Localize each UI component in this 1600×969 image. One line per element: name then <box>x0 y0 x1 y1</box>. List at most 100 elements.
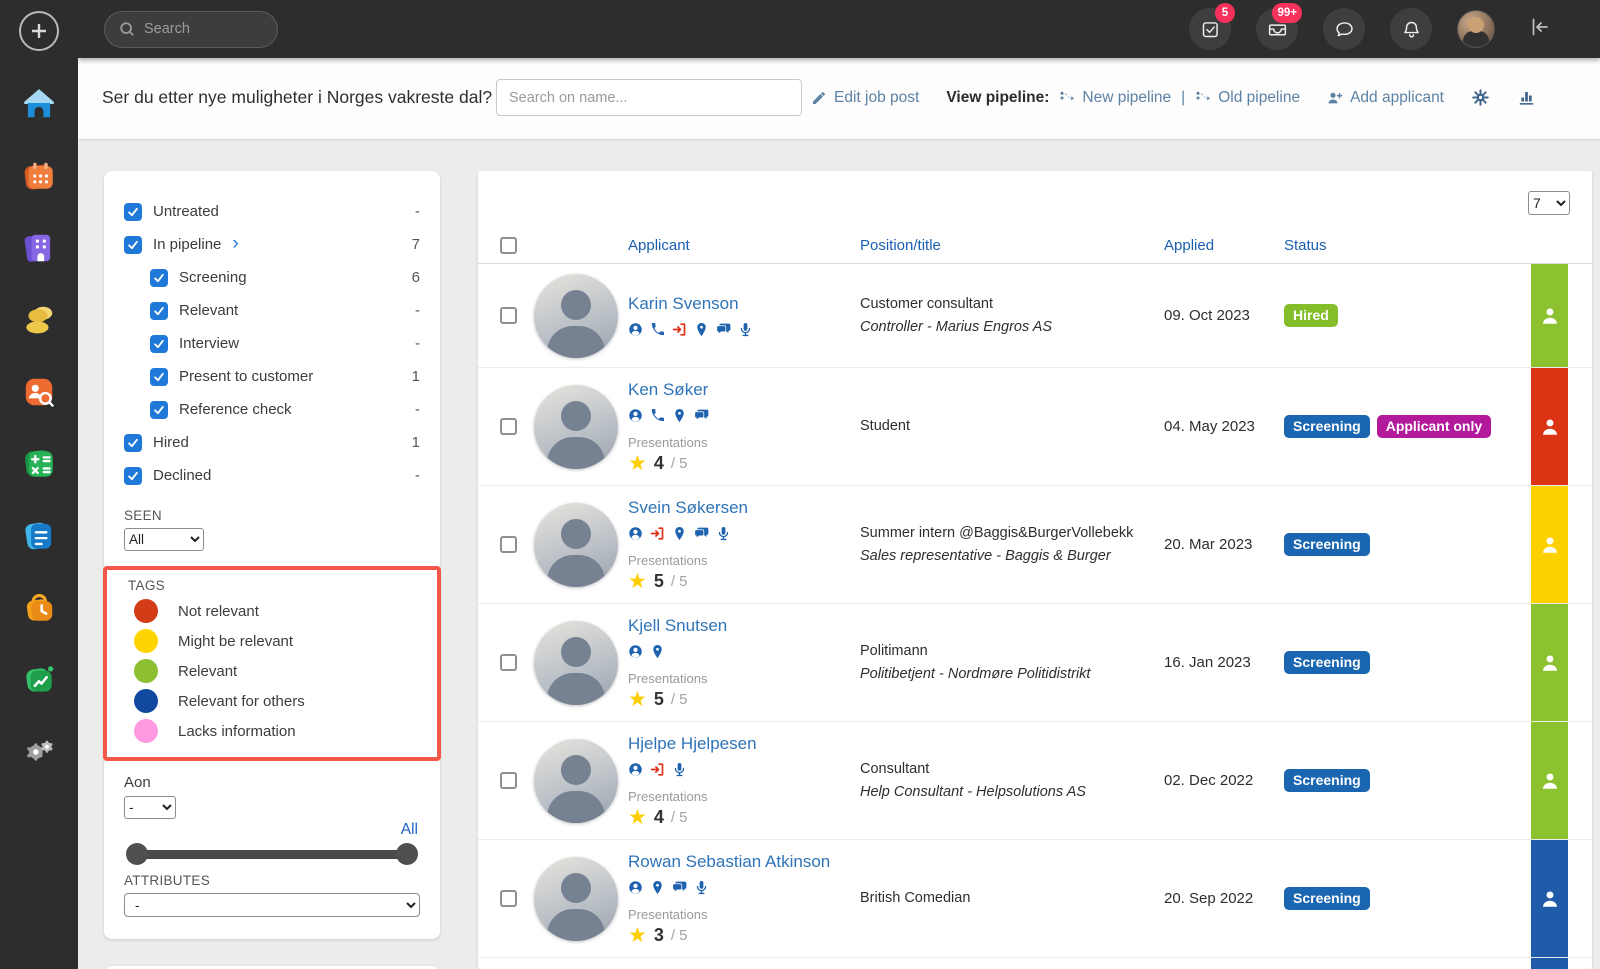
column-position[interactable]: Position/title <box>860 237 1164 254</box>
stage-checkbox[interactable] <box>124 203 142 221</box>
slider-handle-max[interactable] <box>396 843 418 865</box>
chat-icon[interactable] <box>694 526 709 541</box>
settings-gears-icon[interactable] <box>21 734 57 770</box>
aon-select[interactable]: - <box>124 796 176 819</box>
phone-icon[interactable] <box>650 408 665 423</box>
applicant-name-link[interactable]: Hjelpe Hjelpesen <box>628 734 860 754</box>
accounting-calculator-icon[interactable] <box>21 446 57 482</box>
pin-icon[interactable] <box>650 644 665 659</box>
inbox-button[interactable]: 99+ <box>1256 8 1298 50</box>
select-all-checkbox[interactable] <box>500 237 517 254</box>
name-search-input[interactable] <box>496 79 802 116</box>
profile-icon[interactable] <box>628 762 643 777</box>
statistics-button[interactable] <box>1517 88 1536 107</box>
tag-color-dot[interactable] <box>134 719 158 743</box>
applicant-row[interactable]: Ken Søker Presentations ★ 4 / 5 Student … <box>478 368 1592 486</box>
phone-icon[interactable] <box>650 322 665 337</box>
attributes-select[interactable]: - <box>124 893 420 917</box>
stage-checkbox[interactable] <box>124 236 142 254</box>
row-checkbox[interactable] <box>500 307 517 324</box>
pipeline-settings-button[interactable] <box>1471 88 1490 107</box>
applicant-photo[interactable] <box>534 857 618 941</box>
applicant-name-link[interactable]: Rowan Sebastian Atkinson <box>628 852 860 872</box>
stage-color-bar[interactable] <box>1531 264 1568 367</box>
calendar-icon[interactable] <box>21 158 57 194</box>
old-pipeline-link[interactable]: Old pipeline <box>1195 89 1300 107</box>
documents-icon[interactable] <box>21 518 57 554</box>
column-applicant[interactable]: Applicant <box>628 237 860 254</box>
stage-checkbox[interactable] <box>124 434 142 452</box>
company-building-icon[interactable] <box>21 230 57 266</box>
seen-select[interactable]: All <box>124 528 204 551</box>
home-icon[interactable] <box>21 86 57 122</box>
stage-checkbox[interactable] <box>150 269 168 287</box>
edit-job-post-link[interactable]: Edit job post <box>811 89 919 107</box>
chat-icon[interactable] <box>672 880 687 895</box>
applicant-row[interactable]: Hjelpe Hjelpesen Presentations ★ 4 / 5 C… <box>478 722 1592 840</box>
time-tracking-icon[interactable] <box>21 590 57 626</box>
collapse-panel-button[interactable] <box>1528 15 1552 44</box>
pin-icon[interactable] <box>694 322 709 337</box>
pin-icon[interactable] <box>650 880 665 895</box>
stage-checkbox[interactable] <box>150 401 168 419</box>
stage-color-bar[interactable] <box>1531 840 1568 957</box>
user-avatar[interactable] <box>1457 10 1495 48</box>
applicant-name-link[interactable]: Karin Svenson <box>628 294 860 314</box>
row-checkbox[interactable] <box>500 418 517 435</box>
applicant-name-link[interactable]: Svein Søkersen <box>628 498 860 518</box>
signin-icon[interactable] <box>650 762 665 777</box>
applicant-row[interactable]: Karin Svenson Customer consultant Contro… <box>478 264 1592 368</box>
stage-color-bar[interactable] <box>1531 486 1568 603</box>
stage-checkbox[interactable] <box>150 302 168 320</box>
stage-color-bar[interactable] <box>1531 722 1568 839</box>
applicant-photo[interactable] <box>534 739 618 823</box>
add-applicant-button[interactable]: Add applicant <box>1327 89 1444 107</box>
new-pipeline-link[interactable]: New pipeline <box>1059 89 1171 107</box>
profile-icon[interactable] <box>628 408 643 423</box>
column-applied[interactable]: Applied <box>1164 237 1284 254</box>
stage-color-bar[interactable] <box>1531 604 1568 721</box>
applicant-photo[interactable] <box>534 503 618 587</box>
mic-icon[interactable] <box>716 526 731 541</box>
pin-icon[interactable] <box>672 408 687 423</box>
stage-color-bar[interactable] <box>1531 368 1568 485</box>
profile-icon[interactable] <box>628 526 643 541</box>
mic-icon[interactable] <box>694 880 709 895</box>
global-search-input[interactable]: Search <box>104 11 278 48</box>
applicant-name-link[interactable]: Kjell Snutsen <box>628 616 860 636</box>
chat-icon[interactable] <box>694 408 709 423</box>
signin-icon[interactable] <box>650 526 665 541</box>
notifications-button[interactable] <box>1390 8 1432 50</box>
create-new-button[interactable] <box>19 11 59 51</box>
recruiting-search-icon[interactable] <box>21 374 57 410</box>
applicant-row[interactable]: Kjell Snutsen Presentations ★ 5 / 5 Poli… <box>478 604 1592 722</box>
applicant-photo[interactable] <box>534 385 618 469</box>
stage-checkbox[interactable] <box>124 467 142 485</box>
signin-icon[interactable] <box>672 322 687 337</box>
mic-icon[interactable] <box>738 322 753 337</box>
applicant-row[interactable]: Svein Søkersen Presentations ★ 5 / 5 Sum… <box>478 486 1592 604</box>
row-checkbox[interactable] <box>500 536 517 553</box>
applicant-photo[interactable] <box>534 274 618 358</box>
stage-checkbox[interactable] <box>150 335 168 353</box>
applicant-row[interactable]: Rowan Sebastian Atkinson Presentations ★… <box>478 840 1592 958</box>
chat-icon[interactable] <box>716 322 731 337</box>
page-size-select[interactable]: 7 <box>1528 191 1570 215</box>
row-checkbox[interactable] <box>500 772 517 789</box>
score-range-slider[interactable] <box>126 843 418 865</box>
slider-handle-min[interactable] <box>126 843 148 865</box>
mic-icon[interactable] <box>672 762 687 777</box>
analytics-icon[interactable] <box>21 662 57 698</box>
pin-icon[interactable] <box>672 526 687 541</box>
chevron-right-icon[interactable]: › <box>232 234 238 253</box>
row-checkbox[interactable] <box>500 890 517 907</box>
tag-color-dot[interactable] <box>134 629 158 653</box>
applicant-photo[interactable] <box>534 621 618 705</box>
profile-icon[interactable] <box>628 644 643 659</box>
profile-icon[interactable] <box>628 322 643 337</box>
row-checkbox[interactable] <box>500 654 517 671</box>
stage-checkbox[interactable] <box>150 368 168 386</box>
tag-color-dot[interactable] <box>134 689 158 713</box>
tag-color-dot[interactable] <box>134 599 158 623</box>
tag-color-dot[interactable] <box>134 659 158 683</box>
